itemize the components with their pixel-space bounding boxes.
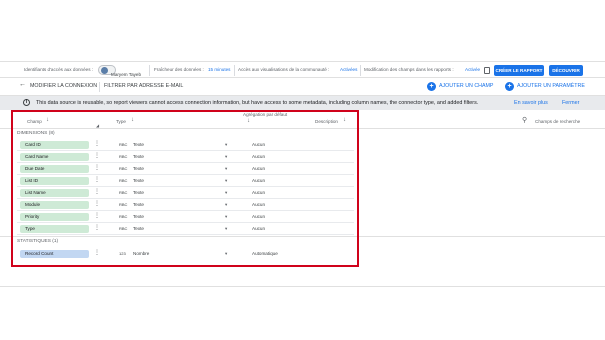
info-banner: i This data source is reusable, so repor…	[0, 96, 605, 110]
access-label: Identifiants d'accès aux données :	[24, 67, 94, 72]
info-icon: i	[23, 99, 30, 106]
toolbar: ← MODIFIER LA CONNEXION FILTRER PAR ADRE…	[0, 78, 605, 96]
community-link[interactable]: Activées	[340, 67, 357, 72]
modify-connection-button[interactable]: MODIFIER LA CONNEXION	[30, 83, 97, 89]
credentials-chip[interactable]: Maryem Tayeb	[98, 65, 141, 77]
add-parameter-button[interactable]: AJOUTER UN PARAMÈTRE	[517, 83, 585, 89]
info-message: This data source is reusable, so report …	[36, 100, 479, 106]
data-source-settings-bar: Identifiants d'accès aux données : Marye…	[0, 61, 605, 78]
edit-fields-link[interactable]: Activée	[465, 67, 480, 72]
divider	[149, 65, 150, 76]
highlight-box	[11, 110, 359, 267]
divider	[234, 65, 235, 76]
filter-email-button[interactable]: FILTRER PAR ADRESSE E-MAIL	[104, 83, 183, 89]
close-banner-button[interactable]: Fermer	[562, 100, 579, 106]
explore-button[interactable]: DÉCOUVRIR	[549, 65, 583, 76]
field-search-input[interactable]: Champs de recherche	[535, 119, 580, 124]
add-field-icon[interactable]: +	[427, 82, 436, 91]
search-icon[interactable]: ⚲	[522, 116, 527, 124]
freshness-link[interactable]: 15 minutes	[208, 67, 230, 72]
add-field-button[interactable]: AJOUTER UN CHAMP	[439, 83, 493, 89]
avatar	[101, 67, 108, 74]
community-label: Accès aux visualisations de la communaut…	[238, 67, 330, 72]
create-report-button[interactable]: CRÉER LE RAPPORT	[494, 65, 544, 76]
learn-more-link[interactable]: En savoir plus	[514, 100, 548, 106]
arrow-left-icon[interactable]: ←	[19, 81, 26, 88]
copy-icon[interactable]	[484, 67, 490, 74]
freshness-label: Fraîcheur des données :	[154, 67, 204, 72]
edit-fields-label: Modification des champs dans les rapport…	[364, 67, 454, 72]
add-parameter-icon[interactable]: +	[505, 82, 514, 91]
divider	[0, 286, 605, 287]
divider	[99, 82, 100, 92]
divider	[360, 65, 361, 76]
